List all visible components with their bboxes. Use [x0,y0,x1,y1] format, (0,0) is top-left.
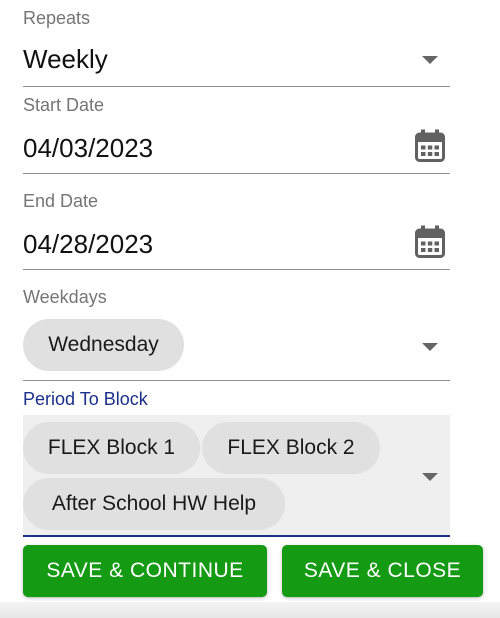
period-to-block-underline [23,535,450,537]
repeats-underline [23,86,450,87]
start-date-field[interactable]: Start Date 04/03/2023 [23,88,450,176]
start-date-label: Start Date [23,95,105,115]
period-to-block-label: Period To Block [23,389,148,409]
weekdays-underline [23,380,450,381]
period-chip[interactable]: FLEX Block 1 [23,422,200,474]
end-date-underline [23,269,450,270]
period-chip[interactable]: FLEX Block 2 [202,422,380,474]
chevron-down-icon[interactable] [422,343,438,351]
end-date-field[interactable]: End Date 04/28/2023 [23,184,450,272]
end-date-label: End Date [23,191,99,211]
repeats-label: Repeats [23,8,91,28]
chevron-down-icon[interactable] [422,56,438,64]
repeats-field[interactable]: Repeats Weekly [23,0,450,88]
period-to-block-select[interactable]: FLEX Block 1 FLEX Block 2 After School H… [23,415,450,537]
period-chip[interactable]: After School HW Help [23,478,285,530]
calendar-icon[interactable] [415,129,445,162]
start-date-input[interactable]: 04/03/2023 [23,133,153,164]
bottom-shade [0,602,500,618]
start-date-underline [23,173,450,174]
calendar-icon[interactable] [415,225,445,258]
weekdays-label: Weekdays [23,287,107,307]
save-and-continue-button[interactable]: SAVE & CONTINUE [23,545,267,597]
weekday-chip[interactable]: Wednesday [23,319,184,371]
chevron-down-icon[interactable] [422,473,438,481]
end-date-input[interactable]: 04/28/2023 [23,229,153,260]
save-and-close-button[interactable]: SAVE & CLOSE [282,545,483,597]
repeats-value[interactable]: Weekly [23,44,108,75]
weekdays-field[interactable]: Weekdays Wednesday [23,280,450,382]
